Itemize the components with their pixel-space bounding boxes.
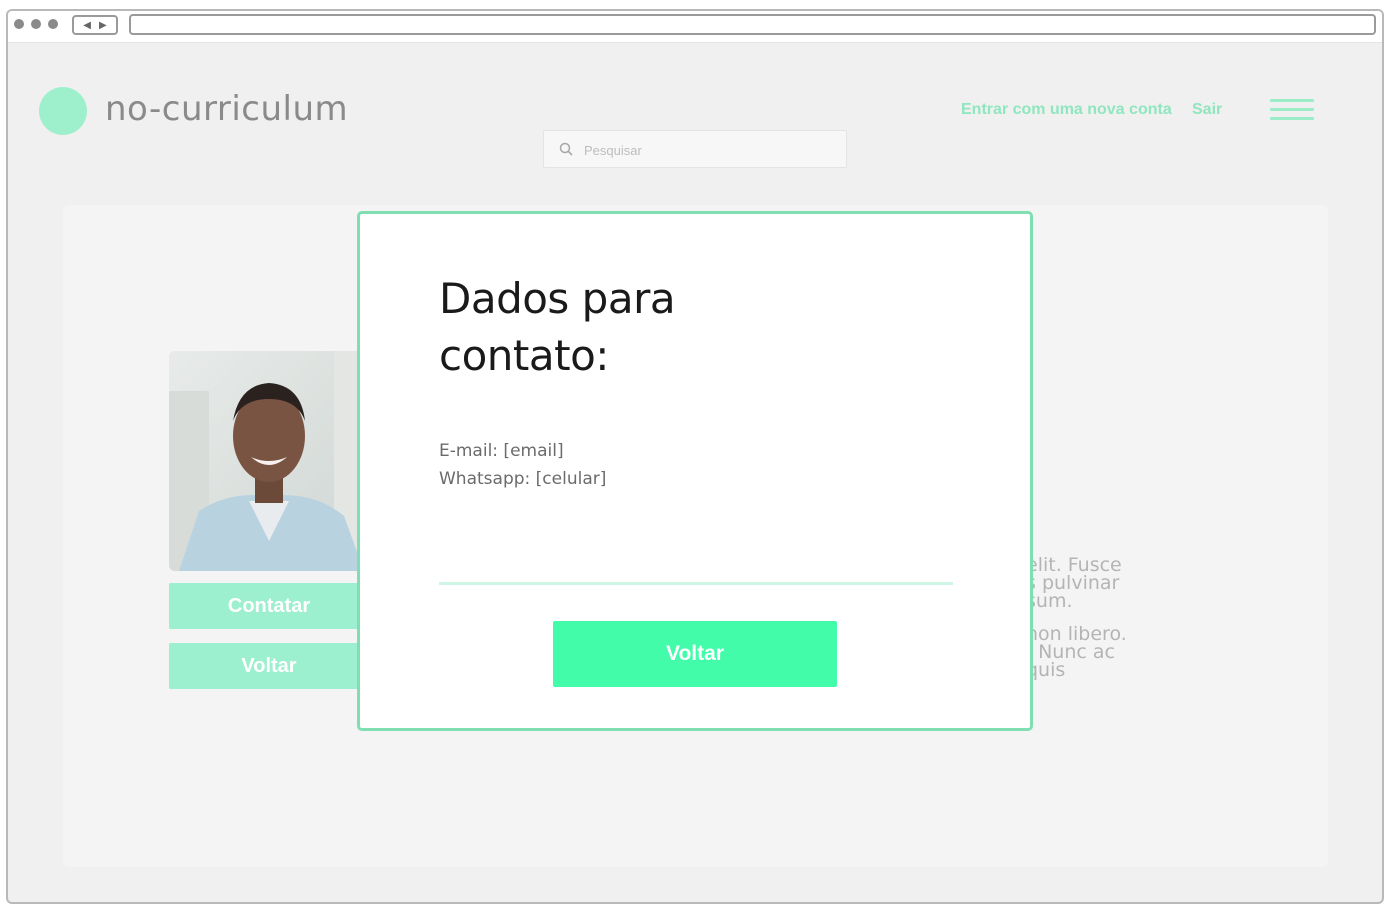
window-controls (14, 19, 58, 29)
browser-window: ◀ ▶ no-curriculum Entrar com uma nova co… (6, 9, 1384, 904)
modal-divider (439, 582, 953, 585)
profile-photo (169, 351, 369, 571)
new-account-link[interactable]: Entrar com uma nova conta (961, 101, 1172, 119)
modal-title-line: contato: (439, 331, 609, 380)
logout-link[interactable]: Sair (1192, 101, 1222, 119)
modal-title: Dados para contato: (439, 270, 759, 384)
search-bar[interactable] (543, 130, 847, 168)
contact-email: E-mail: [email] (439, 441, 564, 461)
window-dot-icon[interactable] (14, 19, 24, 29)
back-button[interactable]: Voltar (169, 643, 369, 689)
logo-text[interactable]: no-curriculum (105, 89, 348, 129)
menu-icon[interactable] (1270, 99, 1314, 123)
search-icon (559, 142, 573, 156)
address-bar[interactable] (129, 14, 1376, 35)
search-input[interactable] (584, 140, 834, 160)
history-nav[interactable]: ◀ ▶ (72, 15, 118, 35)
contact-whatsapp: Whatsapp: [celular] (439, 469, 607, 489)
contact-button[interactable]: Contatar (169, 583, 369, 629)
logo-icon[interactable] (39, 87, 87, 135)
modal-back-button[interactable]: Voltar (553, 621, 837, 687)
browser-toolbar: ◀ ▶ (8, 11, 1382, 43)
window-dot-icon[interactable] (31, 19, 41, 29)
back-arrow-icon[interactable]: ◀ (83, 20, 91, 31)
modal-title-line: Dados para (439, 274, 676, 323)
window-dot-icon[interactable] (48, 19, 58, 29)
forward-arrow-icon[interactable]: ▶ (99, 20, 107, 31)
contact-modal: Dados para contato: E-mail: [email] What… (357, 211, 1033, 731)
